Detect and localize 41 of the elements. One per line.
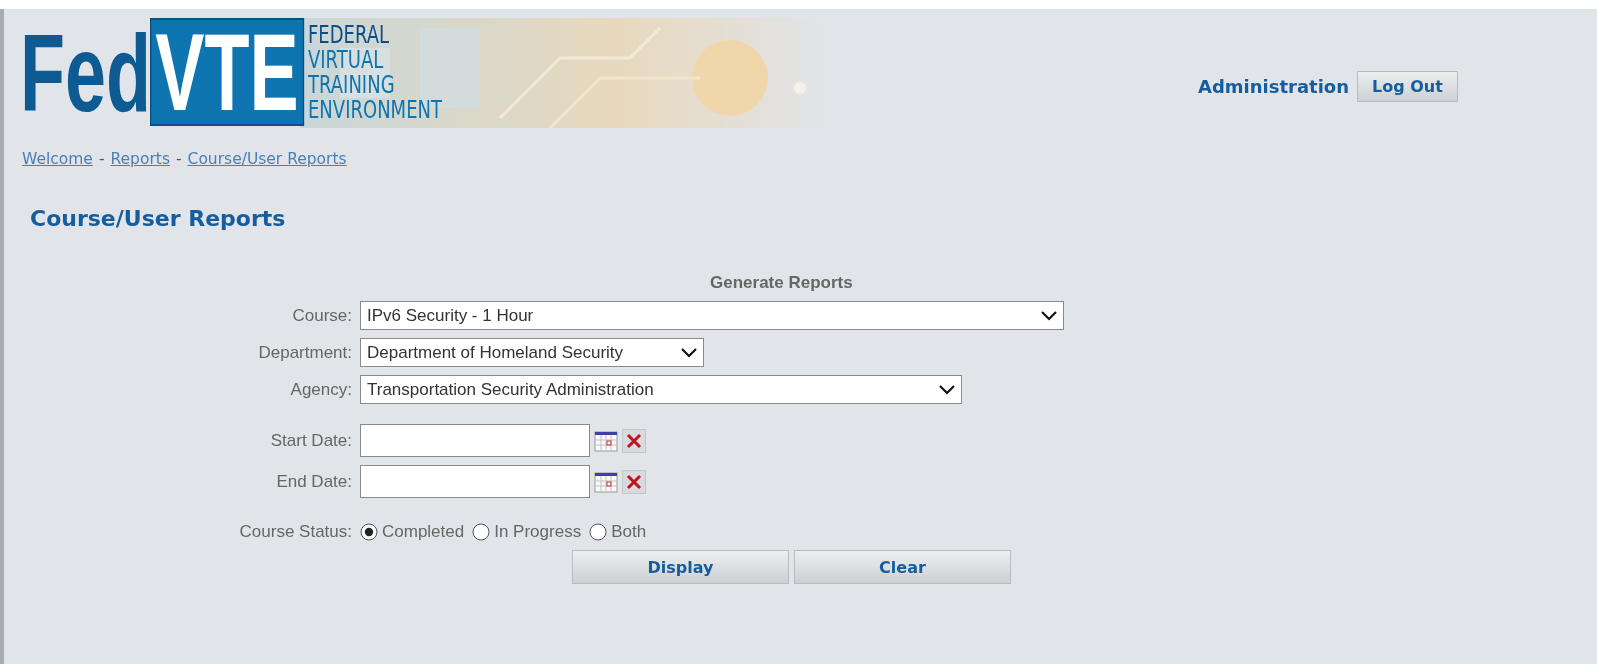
dropdown[interactable]: IPv6 Security - 1 Hour	[360, 301, 1064, 330]
logo-tagline: VIRTUAL	[308, 48, 384, 73]
log-out-button[interactable]: Log Out	[1357, 70, 1458, 102]
breadcrumb-link[interactable]: Course/User Reports	[187, 150, 347, 168]
form-heading: Generate Reports	[710, 273, 854, 293]
breadcrumb-link[interactable]: Welcome	[22, 150, 93, 168]
chevron-icon	[939, 384, 955, 395]
radio-button[interactable]	[589, 523, 608, 541]
radio-option[interactable]: Completed	[360, 522, 465, 542]
field-label: Agency:	[289, 379, 352, 400]
radio-option[interactable]: Both	[589, 522, 647, 542]
dropdown[interactable]: Transportation Security Administration	[360, 375, 962, 404]
chevron-icon	[681, 347, 697, 358]
radio-button[interactable]	[360, 523, 378, 541]
form-button[interactable]: Clear	[794, 550, 1011, 584]
logo-boxed-text: VTE	[150, 18, 305, 126]
breadcrumb-link[interactable]: Reports	[110, 150, 170, 168]
user-role-label: Administration	[1198, 75, 1350, 97]
logo-tagline: TRAINING	[308, 73, 395, 98]
radio-button[interactable]	[472, 523, 491, 541]
breadcrumb-separator: -	[98, 150, 105, 168]
field-label: Start Date:	[269, 430, 352, 451]
logo-tagline: ENVIRONMENT	[308, 98, 442, 123]
field-label: Course Status:	[238, 522, 352, 542]
logo-text: Fed	[20, 18, 152, 128]
clear-icon[interactable]	[622, 428, 646, 453]
page-title: Course/User Reports	[30, 206, 287, 231]
calendar-icon[interactable]	[594, 469, 618, 494]
chevron-icon	[1041, 310, 1057, 321]
breadcrumb-separator: -	[175, 150, 182, 168]
radio-option[interactable]: In Progress	[472, 522, 582, 542]
field-label: Course:	[291, 305, 352, 326]
form-button[interactable]: Display	[572, 550, 789, 584]
calendar-icon[interactable]	[594, 428, 618, 453]
logo-tagline: FEDERAL	[308, 23, 390, 48]
field-label: End Date:	[275, 471, 352, 492]
date-field[interactable]	[360, 465, 590, 498]
clear-icon[interactable]	[622, 469, 646, 494]
field-label: Department:	[257, 342, 352, 363]
date-field[interactable]	[360, 424, 590, 457]
dropdown[interactable]: Department of Homeland Security	[360, 338, 704, 367]
